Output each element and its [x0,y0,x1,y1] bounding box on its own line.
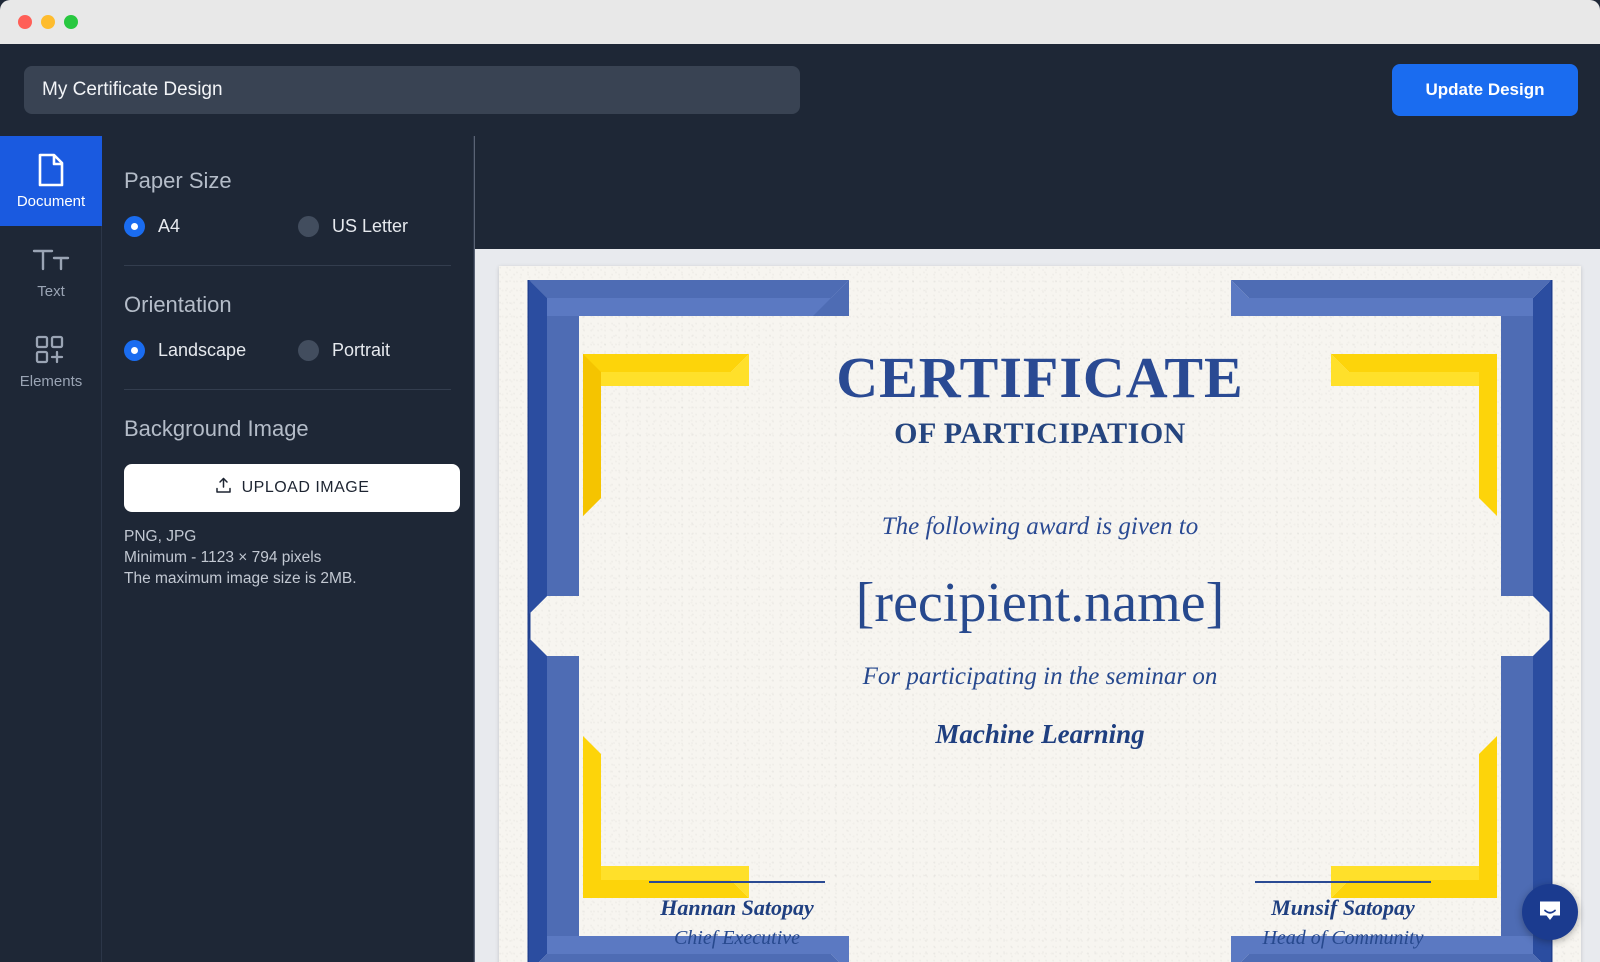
settings-panel: Paper Size A4 US Letter Orientation Land… [102,136,474,962]
paper-size-option-a4[interactable]: A4 [124,216,298,237]
signature-role-left: Chief Executive [673,927,801,949]
sidebar-item-elements-label: Elements [19,372,83,390]
orientation-heading: Orientation [124,292,232,317]
paper-size-radio-group: A4 US Letter [124,216,451,237]
sidebar-item-document-label: Document [16,192,86,210]
signature-line [1255,881,1431,883]
orientation-option-portrait[interactable]: Portrait [298,340,390,361]
upload-icon [215,477,232,499]
close-window-button[interactable] [18,15,32,29]
certificate-signatures: Hannan Satopay Chief Executive Munsif Sa… [499,881,1581,950]
orientation-option-landscape-label: Landscape [158,340,247,360]
orientation-option-landscape[interactable]: Landscape [124,340,298,361]
signature-name-left: Hannan Satopay [660,895,814,920]
signature-line [649,881,825,883]
app-body: Update Design Document [0,44,1600,962]
elements-icon [35,333,67,367]
chat-bubble-icon [1537,897,1563,928]
upload-image-button[interactable]: UPLOAD IMAGE [124,464,460,512]
update-design-button[interactable]: Update Design [1392,64,1578,116]
sidebar-item-text-label: Text [37,282,65,300]
sidebar-item-text[interactable]: Text [0,226,102,316]
signature-block-right: Munsif Satopay Head of Community [1255,881,1431,950]
background-image-heading: Background Image [124,416,309,441]
signature-role-right: Head of Community [1262,927,1424,949]
hint-minimum: Minimum - 1123 × 794 pixels [124,549,322,566]
certificate-canvas[interactable]: CERTIFICATE OF PARTICIPATION The followi… [474,249,1600,962]
sidebar-rail: Document Text Elements [0,136,102,962]
sidebar-item-elements[interactable]: Elements [0,316,102,406]
certificate-content: CERTIFICATE OF PARTICIPATION The followi… [499,266,1581,962]
sidebar-item-document[interactable]: Document [0,136,102,226]
paper-size-option-a4-label: A4 [158,216,181,236]
top-bar: Update Design [0,44,1600,136]
design-title-input[interactable] [24,66,800,114]
certificate-paper: CERTIFICATE OF PARTICIPATION The followi… [499,266,1581,962]
paper-size-heading: Paper Size [124,168,232,193]
window-titlebar [0,0,1600,44]
hint-max-size: The maximum image size is 2MB. [124,570,357,587]
panel-divider-2 [124,389,451,390]
panel-divider-1 [124,265,451,266]
orientation-option-portrait-label: Portrait [332,340,391,360]
paper-size-option-us-letter-label: US Letter [332,216,409,236]
signature-name-right: Munsif Satopay [1271,895,1415,920]
text-icon [32,243,70,277]
upload-image-button-label: UPLOAD IMAGE [241,479,370,496]
orientation-radio-group: Landscape Portrait [124,340,451,361]
certificate-topic[interactable]: Machine Learning [935,719,1144,750]
certificate-given-to-text: The following award is given to [881,513,1199,540]
chat-launcher-button[interactable] [1522,884,1578,940]
paper-size-option-us-letter[interactable]: US Letter [298,216,408,237]
document-icon [37,153,65,187]
app-window: Update Design Document [0,0,1600,962]
certificate-title: CERTIFICATE [836,345,1244,410]
hint-formats: PNG, JPG [124,528,197,545]
signature-block-left: Hannan Satopay Chief Executive [649,881,825,950]
certificate-subtitle: OF PARTICIPATION [894,417,1186,450]
background-image-hint: PNG, JPG Minimum - 1123 × 794 pixels The… [124,526,451,589]
certificate-for-text: For participating in the seminar on [862,663,1218,690]
radio-indicator [124,216,145,237]
radio-indicator [298,216,319,237]
minimize-window-button[interactable] [41,15,55,29]
canvas-toolbar [474,136,1600,249]
radio-indicator [124,340,145,361]
zoom-window-button[interactable] [64,15,78,29]
certificate-recipient-placeholder[interactable]: [recipient.name] [856,571,1224,635]
radio-indicator [298,340,319,361]
